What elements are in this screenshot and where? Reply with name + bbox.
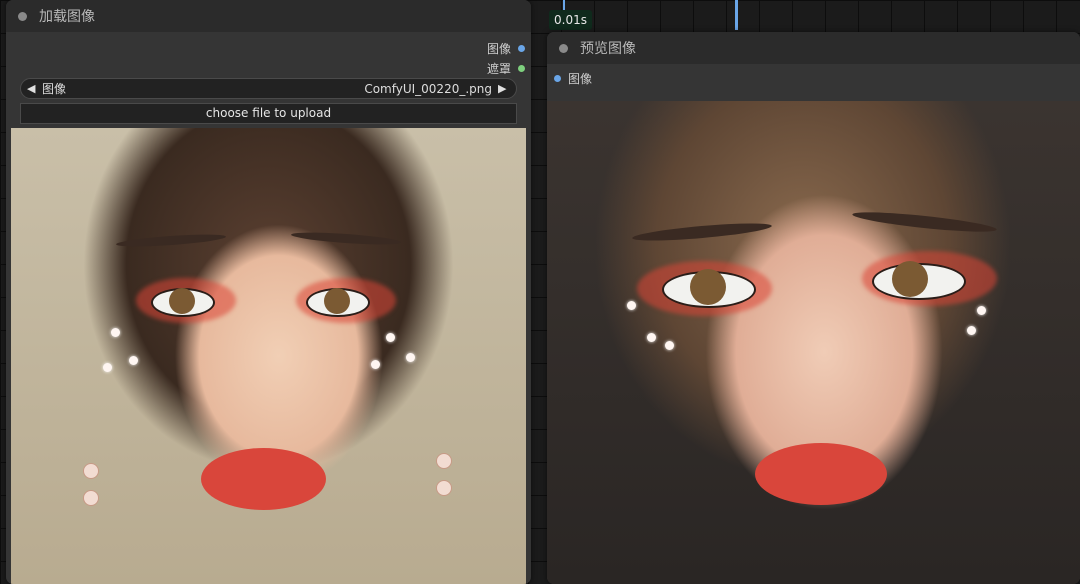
output-image[interactable]: 图像 [487, 40, 525, 57]
next-arrow-icon[interactable]: ▶ [498, 82, 510, 95]
lips [201, 448, 326, 510]
combo-value: ComfyUI_00220_.png [364, 81, 492, 96]
collapse-dot-icon[interactable] [559, 43, 568, 53]
collapse-dot-icon[interactable] [18, 11, 27, 21]
node-title: 预览图像 [580, 41, 636, 57]
node-title: 加载图像 [39, 9, 95, 25]
image-select-combo[interactable]: ◀ 图像 ComfyUI_00220_.png ▶ [20, 78, 517, 99]
iris-left [690, 269, 726, 305]
prev-arrow-icon[interactable]: ◀ [27, 82, 39, 95]
node-title-bar[interactable]: 预览图像 [547, 32, 1080, 64]
iris-right [324, 288, 350, 314]
output-label-mask: 遮罩 [486, 62, 511, 76]
iris-left [169, 288, 195, 314]
connection-wire [735, 0, 738, 30]
face-flower [111, 328, 120, 337]
output-socket-image-icon[interactable] [518, 45, 525, 52]
loaded-image-preview [11, 128, 526, 584]
output-label-image: 图像 [486, 42, 511, 56]
output-socket-mask-icon[interactable] [518, 65, 525, 72]
upload-button[interactable]: choose file to upload [20, 103, 517, 124]
load-image-node[interactable]: 加载图像 图像 遮罩 ◀ 图像 ComfyUI_00220_.png ▶ cho… [6, 0, 531, 584]
lips [755, 443, 887, 505]
earring-left [83, 490, 99, 506]
face-flower [967, 326, 976, 335]
face-flower [977, 306, 986, 315]
iris-right [892, 261, 928, 297]
brow-right [851, 208, 998, 236]
face-flower [386, 333, 395, 342]
node-title-bar[interactable]: 加载图像 [6, 0, 531, 32]
face-flower [129, 356, 138, 365]
input-socket-image-icon[interactable] [554, 75, 561, 82]
brow-left [631, 219, 773, 245]
earring-left [83, 463, 99, 479]
face-flower [665, 341, 674, 350]
earring-right [436, 453, 452, 469]
execution-time-badge: 0.01s [549, 10, 592, 30]
face-flower [647, 333, 656, 342]
input-image[interactable]: 图像 [554, 70, 592, 87]
face-flower [406, 353, 415, 362]
preview-image-node[interactable]: 预览图像 图像 [547, 32, 1080, 584]
face-flower [371, 360, 380, 369]
brow-left [115, 232, 227, 249]
face-flower [627, 301, 636, 310]
input-label-image: 图像 [568, 72, 593, 86]
preview-image-output [547, 101, 1080, 584]
combo-label: 图像 [42, 82, 67, 96]
face-flower [103, 363, 112, 372]
output-mask[interactable]: 遮罩 [487, 60, 525, 77]
earring-right [436, 480, 452, 496]
brow-right [290, 230, 402, 247]
